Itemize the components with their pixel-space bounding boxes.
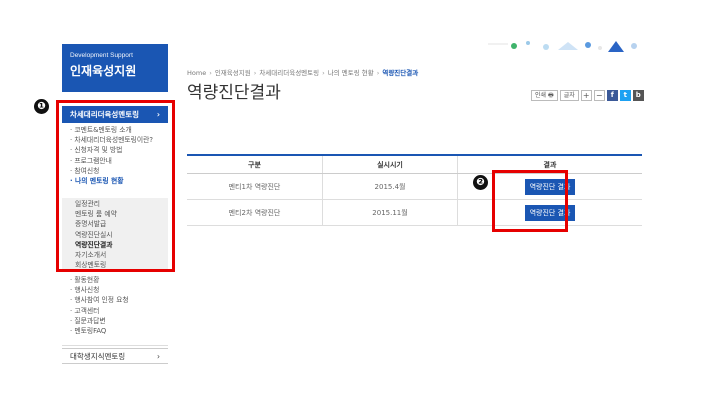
breadcrumb-item[interactable]: 나의 멘토링 현황 <box>328 69 374 77</box>
results-table: 구분 실시시기 결과 멘티1차 역량진단 2015.4월 역량진단 결과 멘티2… <box>187 154 642 226</box>
table-row: 멘티1차 역량진단 2015.4월 역량진단 결과 <box>187 174 642 200</box>
header-decoration <box>488 41 637 52</box>
breadcrumb-sep: › <box>209 69 212 77</box>
column-header-type: 구분 <box>248 160 261 169</box>
sidebar-divider <box>62 345 168 346</box>
cell-type: 멘티2차 역량진단 <box>228 208 281 217</box>
sidebar-subitem-customer[interactable]: · 고객센터 <box>62 306 168 316</box>
page-title: 역량진단결과 <box>187 83 281 103</box>
font-increase-button[interactable]: + <box>580 90 592 101</box>
table-header: 구분 실시시기 결과 <box>187 156 642 174</box>
sidebar-item-label: 대학생지식멘토링 <box>70 351 126 361</box>
twitter-icon[interactable]: t <box>619 90 631 101</box>
breadcrumb-item[interactable]: 인재육성지원 <box>215 69 251 77</box>
breadcrumb-item[interactable]: 차세대리더육성멘토링 <box>259 69 319 77</box>
sidebar-subitem-faq[interactable]: · 멘토링FAQ <box>62 326 168 336</box>
blog-icon[interactable]: b <box>632 90 644 101</box>
print-label: 인쇄 <box>535 92 547 99</box>
breadcrumb-sep: › <box>322 69 325 77</box>
cell-date: 2015.4월 <box>322 174 457 199</box>
annotation-box-1 <box>56 100 175 272</box>
column-header-date: 실시시기 <box>322 156 457 173</box>
cell-date: 2015.11월 <box>322 200 457 225</box>
sidebar-header-en: Development Support <box>70 52 133 59</box>
sidebar-header-title: 인재육성지원 <box>70 64 137 78</box>
chevron-right-icon: › <box>157 351 160 361</box>
breadcrumb: Home › 인재육성지원 › 차세대리더육성멘토링 › 나의 멘토링 현황 › 역량진단결과 <box>187 67 418 77</box>
sidebar-submenu-3: · 활동현황 · 행사신청 · 행사참여 인정 요청 · 고객센터 · 질문과답… <box>62 275 168 336</box>
page: Development Support 인재육성지원 차세대리더육성멘토링 › … <box>0 0 705 406</box>
font-size-label: 글자 <box>559 90 579 101</box>
table-row: 멘티2차 역량진단 2015.11월 역량진단 결과 <box>187 200 642 226</box>
annotation-badge-2: ❷ <box>473 175 488 190</box>
annotation-badge-1: ❶ <box>34 99 49 114</box>
breadcrumb-sep: › <box>253 69 257 77</box>
sidebar-subitem-event-apply[interactable]: · 행사신청 <box>62 285 168 295</box>
font-decrease-button[interactable]: − <box>593 90 605 101</box>
page-tools: 인쇄 🖶 글자 + − f t b <box>531 90 644 101</box>
print-button[interactable]: 인쇄 🖶 <box>531 90 558 101</box>
facebook-icon[interactable]: f <box>606 90 618 101</box>
sidebar-header: Development Support 인재육성지원 <box>62 44 168 92</box>
cell-type: 멘티1차 역량진단 <box>228 182 281 191</box>
sidebar-subitem-event-request[interactable]: · 행사참여 인정 요청 <box>62 295 168 305</box>
sidebar-subitem-qna[interactable]: · 질문과답변 <box>62 316 168 326</box>
sidebar-subitem-activity[interactable]: · 활동현황 <box>62 275 168 285</box>
annotation-box-2 <box>492 170 568 232</box>
breadcrumb-sep: › <box>376 69 380 77</box>
breadcrumb-current: 역량진단결과 <box>382 69 419 77</box>
breadcrumb-home[interactable]: Home <box>187 69 206 77</box>
printer-icon: 🖶 <box>548 92 554 99</box>
sidebar-item-knowledge[interactable]: 대학생지식멘토링 › <box>62 348 168 364</box>
